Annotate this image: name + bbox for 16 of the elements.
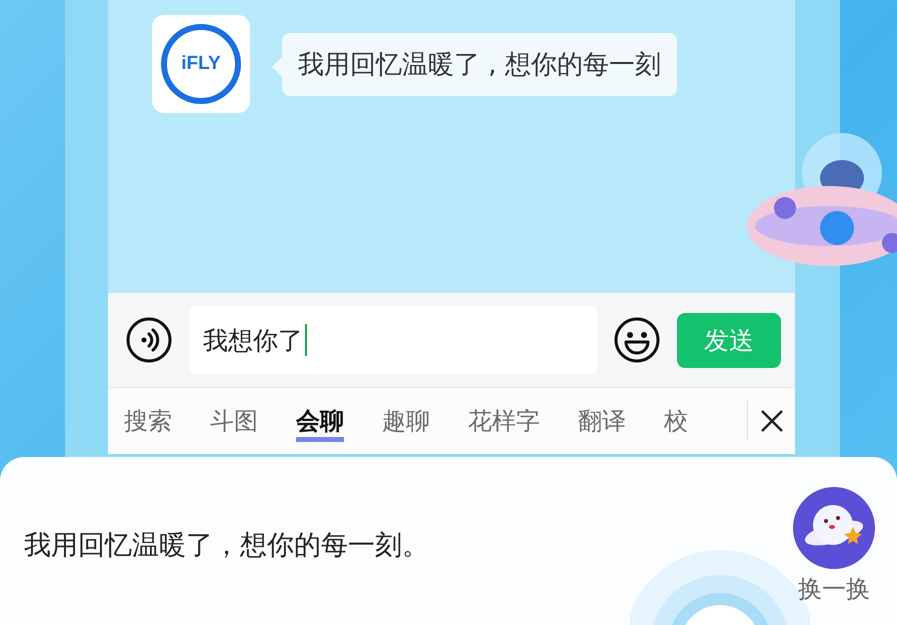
planet-mascot-icon xyxy=(793,487,875,569)
close-icon xyxy=(760,409,784,433)
refresh-button[interactable]: 换一换 xyxy=(793,487,875,605)
toolbar-tab[interactable]: 斗图 xyxy=(210,400,258,442)
message-input[interactable]: 我想你了 xyxy=(189,306,597,374)
toolbar-tab[interactable]: 翻译 xyxy=(578,400,626,442)
toolbar-tab[interactable]: 搜索 xyxy=(124,400,172,442)
toolbar-tab[interactable]: 会聊 xyxy=(296,400,344,442)
toolbar-tab[interactable]: 花样字 xyxy=(468,400,540,442)
logo-text: iFLY xyxy=(161,24,241,104)
emoji-icon[interactable] xyxy=(613,316,661,364)
toolbar-tab[interactable]: 趣聊 xyxy=(382,400,430,442)
chat-bubble: 我用回忆温暖了 , 想你的每一刻 xyxy=(282,33,677,96)
voice-icon[interactable] xyxy=(125,316,173,364)
toolbar-tab[interactable]: 校 xyxy=(664,400,688,442)
suggestion-text[interactable]: 我用回忆温暖了，想你的每一刻。 xyxy=(24,527,429,563)
